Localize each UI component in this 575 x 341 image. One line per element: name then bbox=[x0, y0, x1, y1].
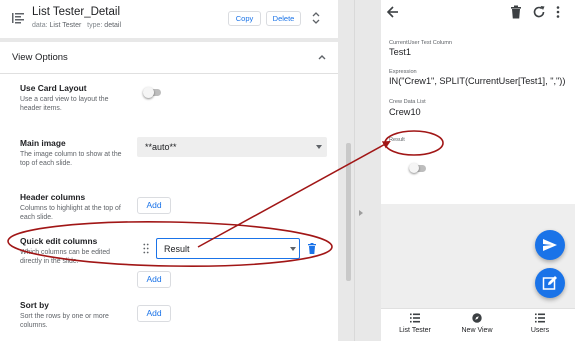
scrollbar[interactable] bbox=[346, 143, 351, 281]
edit-fab[interactable] bbox=[535, 268, 565, 298]
nav-label: New View bbox=[461, 327, 493, 334]
delete-button[interactable]: Delete bbox=[266, 11, 301, 26]
add-header-column-button[interactable]: Add bbox=[137, 197, 171, 214]
meta-data-label: data: bbox=[32, 22, 48, 29]
section-divider bbox=[0, 73, 338, 74]
main-image-description: The image column to show at the top of e… bbox=[20, 151, 122, 167]
nav-label: Users bbox=[530, 327, 550, 334]
send-icon bbox=[543, 239, 557, 251]
quick-edit-columns-label: Quick edit columns bbox=[20, 236, 98, 246]
share-fab[interactable] bbox=[535, 230, 565, 260]
meta-type-value: detail bbox=[104, 22, 122, 29]
nav-item-users[interactable]: Users bbox=[508, 309, 572, 341]
field-label: Crew Data List bbox=[389, 99, 426, 105]
delete-icon[interactable] bbox=[510, 5, 522, 19]
header-columns-label: Header columns bbox=[20, 192, 86, 202]
toggle-knob bbox=[409, 163, 419, 173]
view-title: List Tester_Detail bbox=[32, 6, 120, 18]
main-image-select[interactable]: **auto** bbox=[137, 137, 327, 157]
detail-view-icon bbox=[12, 13, 24, 24]
field-label: CurrentUser Test Column bbox=[389, 40, 453, 46]
list-icon bbox=[410, 313, 420, 323]
use-card-layout-toggle[interactable] bbox=[143, 87, 163, 98]
nav-item-new-view[interactable]: New View bbox=[445, 309, 509, 341]
copy-button[interactable]: Copy bbox=[228, 11, 261, 26]
view-header: List Tester_Detail data: List Tester typ… bbox=[0, 0, 338, 38]
main-image-label: Main image bbox=[20, 138, 66, 148]
section-title[interactable]: View Options bbox=[12, 52, 68, 63]
meta-type-label: type: bbox=[87, 22, 103, 29]
nav-item-list-tester[interactable]: List Tester bbox=[383, 309, 447, 341]
expand-collapse-icon[interactable] bbox=[311, 11, 321, 25]
edit-icon bbox=[542, 276, 557, 290]
compass-icon bbox=[472, 313, 482, 323]
more-vert-icon[interactable] bbox=[555, 5, 561, 19]
dropdown-caret-icon bbox=[290, 247, 296, 251]
main-image-value: **auto** bbox=[145, 142, 177, 152]
list-icon bbox=[535, 313, 545, 323]
detail-body: CurrentUser Test Column Test1 Expression… bbox=[381, 26, 575, 204]
dropdown-caret-icon bbox=[316, 145, 322, 149]
view-meta: data: List Tester type: detail bbox=[32, 22, 121, 29]
detail-empty-area bbox=[381, 204, 575, 308]
bottom-navigation: List Tester New View Users bbox=[381, 308, 575, 341]
expand-arrow-icon[interactable] bbox=[359, 210, 363, 216]
field-label: Expression bbox=[389, 69, 417, 75]
result-quick-edit-toggle[interactable] bbox=[409, 163, 427, 173]
use-card-layout-label: Use Card Layout bbox=[20, 83, 87, 93]
back-arrow-icon[interactable] bbox=[386, 5, 400, 19]
view-options-card: View Options Use Card Layout Use a card … bbox=[0, 42, 338, 341]
field-value: Crew10 bbox=[389, 107, 421, 117]
chevron-up-icon[interactable] bbox=[317, 53, 327, 61]
trash-icon[interactable] bbox=[307, 243, 317, 254]
view-editor-panel: List Tester_Detail data: List Tester typ… bbox=[0, 0, 351, 341]
quick-edit-columns-description: Which columns can be edited directly in … bbox=[20, 249, 111, 265]
use-card-layout-description: Use a card view to layout the header ite… bbox=[20, 96, 109, 112]
panel-splitter[interactable] bbox=[354, 0, 368, 341]
meta-data-value: List Tester bbox=[49, 22, 82, 29]
quick-edit-column-select[interactable]: Result bbox=[156, 238, 300, 259]
toggle-knob bbox=[143, 87, 154, 98]
add-quick-edit-column-button[interactable]: Add bbox=[137, 271, 171, 288]
drag-handle-icon[interactable] bbox=[143, 243, 149, 254]
sort-by-description: Sort the rows by one or more columns. bbox=[20, 313, 109, 329]
quick-edit-column-value: Result bbox=[164, 244, 190, 254]
nav-label: List Tester bbox=[399, 327, 431, 334]
app-bar bbox=[381, 0, 575, 26]
add-sort-column-button[interactable]: Add bbox=[137, 305, 171, 322]
field-value: Test1 bbox=[389, 47, 411, 57]
app-preview: CurrentUser Test Column Test1 Expression… bbox=[381, 0, 575, 341]
sort-by-label: Sort by bbox=[20, 300, 49, 310]
header-columns-description: Columns to highlight at the top of each … bbox=[20, 205, 121, 221]
field-value: IN("Crew1", SPLIT(CurrentUser[Test1], ",… bbox=[389, 76, 566, 86]
refresh-icon[interactable] bbox=[532, 5, 546, 19]
result-label: Result bbox=[389, 137, 405, 143]
